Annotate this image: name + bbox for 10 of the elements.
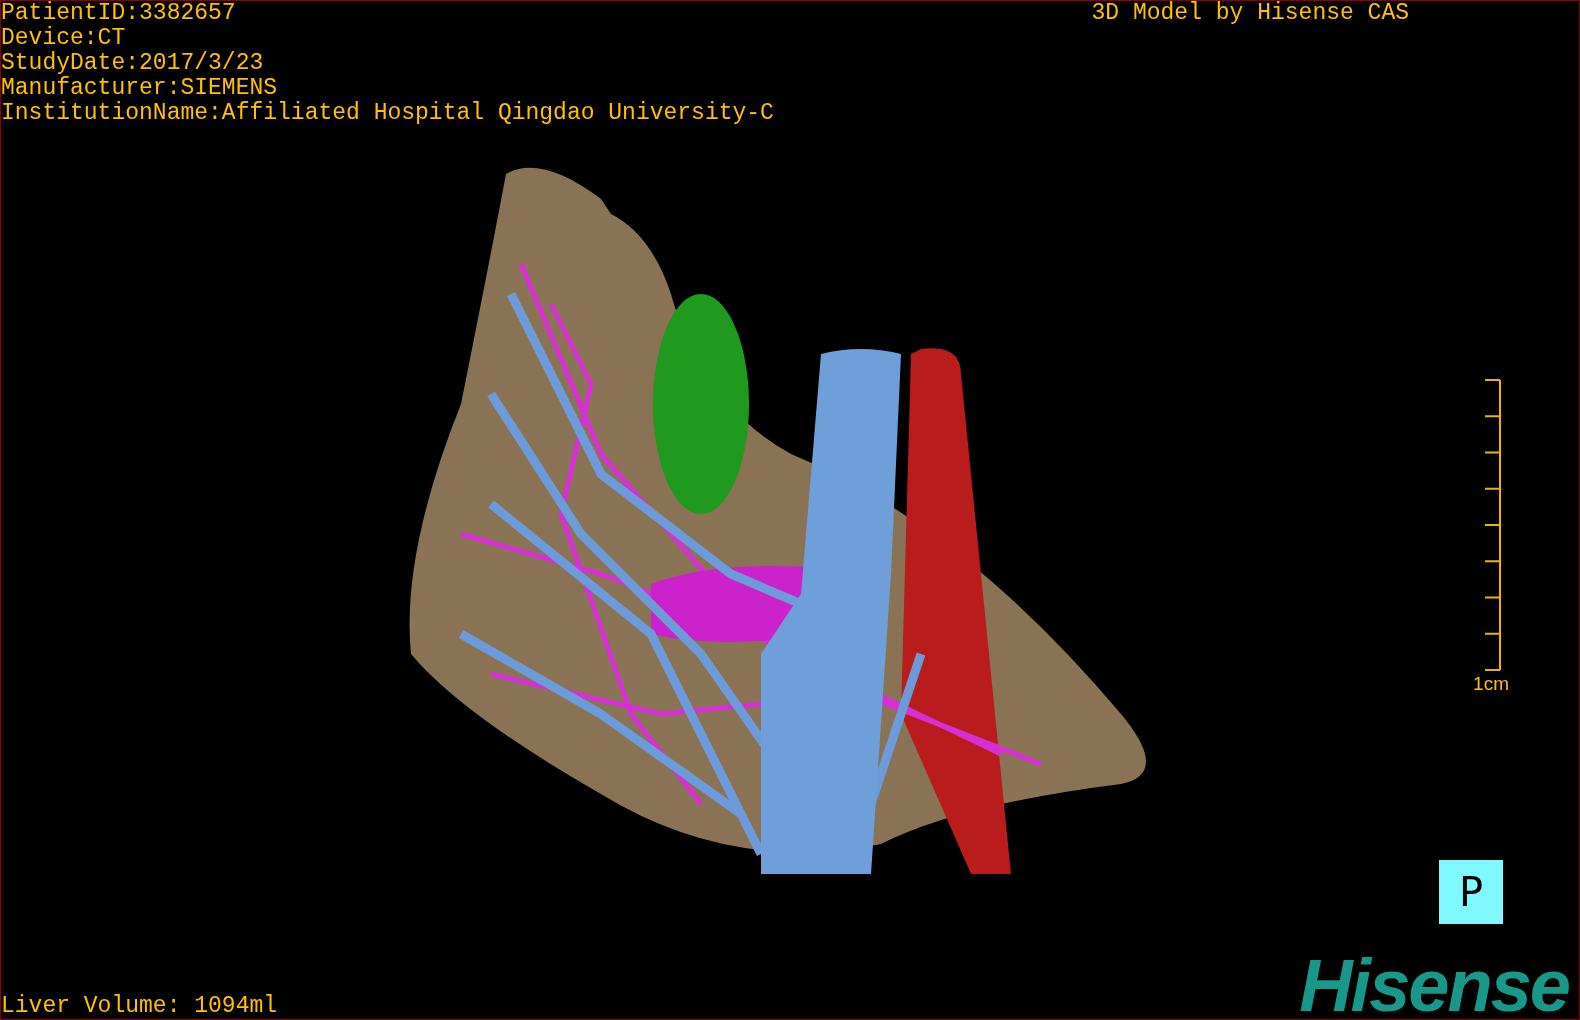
patient-info-line: StudyDate:2017/3/23 xyxy=(1,51,264,76)
patient-info-line: Manufacturer:SIEMENS xyxy=(1,76,278,101)
patient-info-line: PatientID:3382657 xyxy=(1,1,236,26)
liver-volume: Liver Volume: 1094ml xyxy=(1,994,278,1019)
scale-label: 1cm xyxy=(1473,672,1509,696)
patient-info-line: Device:CT xyxy=(1,26,126,51)
patient-info-line: InstitutionName:Affiliated Hospital Qingdao University-C xyxy=(1,101,774,126)
hisense-logo: Hisense xyxy=(1299,953,1569,1019)
orientation-button[interactable]: P xyxy=(1439,860,1503,924)
model-title: 3D Model by Hisense CAS xyxy=(1091,1,1409,28)
